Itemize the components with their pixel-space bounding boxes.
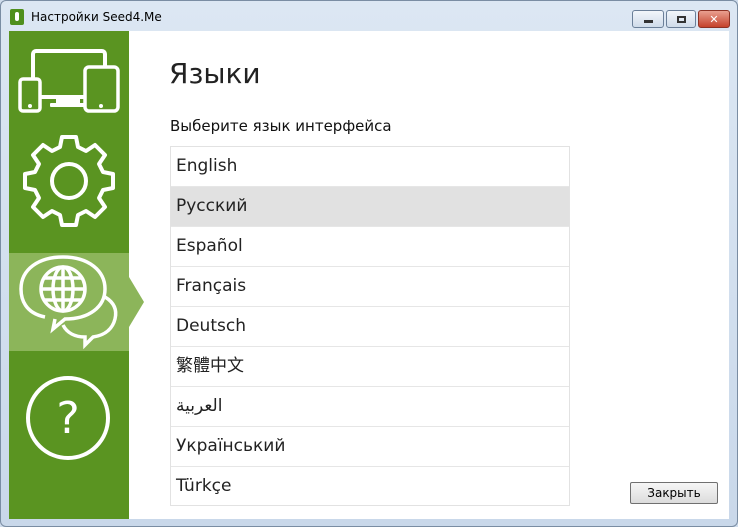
language-prompt-label: Выберите язык интерфейса xyxy=(170,117,392,135)
language-item-french[interactable]: Français xyxy=(171,267,569,307)
language-item-arabic[interactable]: العربية xyxy=(171,387,569,427)
maximize-button[interactable] xyxy=(666,10,696,28)
minimize-button[interactable] xyxy=(632,10,664,28)
sidebar-item-devices[interactable] xyxy=(9,31,129,133)
svg-text:?: ? xyxy=(56,393,79,444)
language-item-turkish[interactable]: Türkçe xyxy=(171,467,569,507)
title-bar[interactable]: Настройки Seed4.Me ✕ xyxy=(1,1,737,31)
language-list: English Русский Español Français Deutsch… xyxy=(170,146,570,506)
language-item-ukrainian[interactable]: Український xyxy=(171,427,569,467)
language-item-chinese-traditional[interactable]: 繁體中文 xyxy=(171,347,569,387)
close-button[interactable]: Закрыть xyxy=(630,482,718,504)
language-item-russian[interactable]: Русский xyxy=(171,187,569,227)
globe-chat-icon xyxy=(19,255,118,350)
settings-content: ? Языки Выберите язык интерфейса English… xyxy=(9,31,729,519)
window-title: Настройки Seed4.Me xyxy=(31,10,162,24)
language-item-german[interactable]: Deutsch xyxy=(171,307,569,347)
gear-icon xyxy=(23,135,115,227)
language-item-spanish[interactable]: Español xyxy=(171,227,569,267)
sidebar-item-help[interactable]: ? xyxy=(9,351,129,519)
devices-icon xyxy=(18,49,120,113)
app-logo-icon xyxy=(10,9,24,25)
minimize-icon xyxy=(643,20,653,23)
close-window-button[interactable]: ✕ xyxy=(698,10,730,28)
sidebar-item-languages[interactable] xyxy=(9,253,144,351)
maximize-icon xyxy=(676,15,686,23)
language-item-english[interactable]: English xyxy=(171,147,569,187)
sidebar: ? xyxy=(9,31,144,519)
help-icon: ? xyxy=(26,376,110,460)
sidebar-item-settings[interactable] xyxy=(9,133,129,253)
page-title: Языки xyxy=(169,57,261,90)
close-icon: ✕ xyxy=(709,12,719,26)
settings-window: Настройки Seed4.Me ✕ ? Языки Выберите яз… xyxy=(0,0,738,527)
